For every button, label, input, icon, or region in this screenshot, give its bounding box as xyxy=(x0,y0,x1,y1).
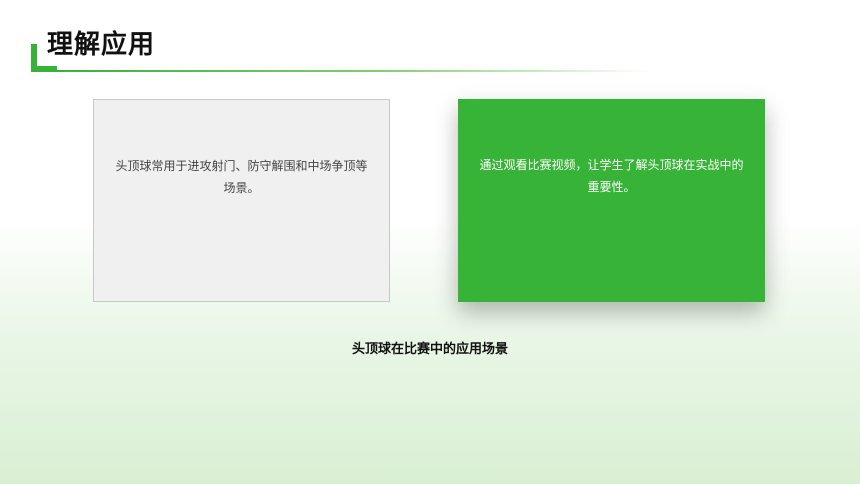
info-card-right: 通过观看比赛视频，让学生了解头顶球在实战中的重要性。 xyxy=(458,99,765,302)
title-underline xyxy=(52,70,652,72)
info-card-right-text: 通过观看比赛视频，让学生了解头顶球在实战中的重要性。 xyxy=(479,158,744,194)
slide: 理解应用 头顶球常用于进攻射门、防守解围和中场争顶等场景。 通过观看比赛视频，让… xyxy=(0,0,860,484)
info-card-left-text: 头顶球常用于进攻射门、防守解围和中场争顶等场景。 xyxy=(115,159,368,195)
page-title: 理解应用 xyxy=(47,30,156,60)
info-card-left: 头顶球常用于进攻射门、防守解围和中场争顶等场景。 xyxy=(93,99,390,302)
image-caption: 头顶球在比赛中的应用场景 xyxy=(351,342,508,357)
